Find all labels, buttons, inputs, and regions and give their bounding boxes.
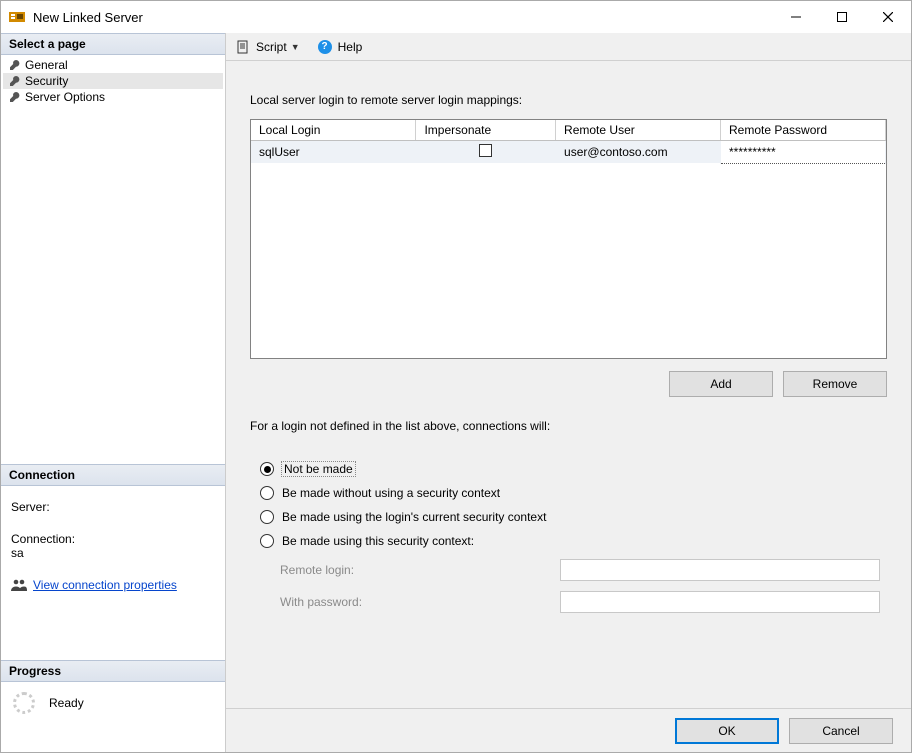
remote-login-input	[560, 559, 880, 581]
cancel-button[interactable]: Cancel	[789, 718, 893, 744]
connection-info: Server: Connection: sa View connection p…	[1, 486, 225, 600]
page-item-security[interactable]: Security	[3, 73, 223, 89]
progress-status: Ready	[49, 696, 84, 710]
add-button[interactable]: Add	[669, 371, 773, 397]
spinner-icon	[13, 692, 35, 714]
ok-button[interactable]: OK	[675, 718, 779, 744]
radio-label: Be made using the login's current securi…	[282, 510, 546, 524]
help-icon: ?	[318, 40, 332, 54]
titlebar: New Linked Server	[1, 1, 911, 33]
radio-label: Be made without using a security context	[282, 486, 500, 500]
wrench-icon	[9, 75, 21, 87]
radio-not-be-made[interactable]: Not be made	[260, 457, 887, 481]
view-connection-properties-link[interactable]: View connection properties	[33, 578, 177, 592]
toolbar: Script ▼ ? Help	[226, 33, 911, 61]
minimize-button[interactable]	[773, 1, 819, 33]
wrench-icon	[9, 91, 21, 103]
radio-label: Not be made	[282, 462, 355, 476]
radio-label: Be made using this security context:	[282, 534, 474, 548]
cell-remote-password[interactable]: **********	[721, 141, 886, 164]
with-password-input	[560, 591, 880, 613]
table-header-row: Local Login Impersonate Remote User Remo…	[251, 120, 886, 141]
radio-icon[interactable]	[260, 462, 274, 476]
radio-icon[interactable]	[260, 534, 274, 548]
main-panel: Script ▼ ? Help Local server login to re…	[226, 33, 911, 752]
progress-header: Progress	[1, 660, 225, 682]
page-label: Server Options	[25, 90, 105, 104]
radio-icon[interactable]	[260, 510, 274, 524]
with-password-label: With password:	[280, 595, 560, 609]
progress-block: Ready	[1, 682, 225, 724]
server-label: Server:	[11, 500, 215, 514]
connection-value: sa	[11, 546, 215, 560]
page-list: General Security Server Options	[1, 55, 225, 115]
connection-mode-radios: Not be made Be made without using a secu…	[260, 457, 887, 553]
cell-impersonate[interactable]	[416, 141, 556, 164]
close-button[interactable]	[865, 1, 911, 33]
help-button[interactable]: Help	[338, 40, 363, 54]
cell-local-login[interactable]: sqlUser	[251, 141, 416, 164]
login-mappings-table[interactable]: Local Login Impersonate Remote User Remo…	[250, 119, 887, 359]
impersonate-checkbox[interactable]	[479, 144, 492, 157]
window-title: New Linked Server	[33, 10, 773, 25]
col-local-login[interactable]: Local Login	[251, 120, 416, 141]
radio-without-security-context[interactable]: Be made without using a security context	[260, 481, 887, 505]
people-icon	[11, 578, 27, 592]
sidebar: Select a page General Security Server Op…	[1, 33, 226, 752]
wrench-icon	[9, 59, 21, 71]
col-remote-password[interactable]: Remote Password	[721, 120, 886, 141]
undefined-login-heading: For a login not defined in the list abov…	[250, 419, 887, 433]
page-label: General	[25, 58, 68, 72]
radio-this-security-context[interactable]: Be made using this security context:	[260, 529, 887, 553]
select-a-page-header: Select a page	[1, 33, 225, 55]
radio-icon[interactable]	[260, 486, 274, 500]
script-icon	[236, 40, 250, 54]
col-impersonate[interactable]: Impersonate	[416, 120, 556, 141]
dialog-footer: OK Cancel	[226, 708, 911, 752]
script-dropdown-icon[interactable]: ▼	[291, 42, 300, 52]
connection-label: Connection:	[11, 532, 215, 546]
page-item-server-options[interactable]: Server Options	[3, 89, 223, 105]
connection-header: Connection	[1, 464, 225, 486]
table-row[interactable]: sqlUser user@contoso.com **********	[251, 141, 886, 164]
new-linked-server-window: New Linked Server Select a page General …	[0, 0, 912, 753]
app-icon	[9, 9, 25, 25]
cell-remote-user[interactable]: user@contoso.com	[556, 141, 721, 164]
maximize-button[interactable]	[819, 1, 865, 33]
remote-login-label: Remote login:	[280, 563, 560, 577]
mappings-heading: Local server login to remote server logi…	[250, 93, 887, 107]
page-item-general[interactable]: General	[3, 57, 223, 73]
col-remote-user[interactable]: Remote User	[556, 120, 721, 141]
script-button[interactable]: Script	[256, 40, 287, 54]
page-label: Security	[25, 74, 68, 88]
remove-button[interactable]: Remove	[783, 371, 887, 397]
radio-current-security-context[interactable]: Be made using the login's current securi…	[260, 505, 887, 529]
